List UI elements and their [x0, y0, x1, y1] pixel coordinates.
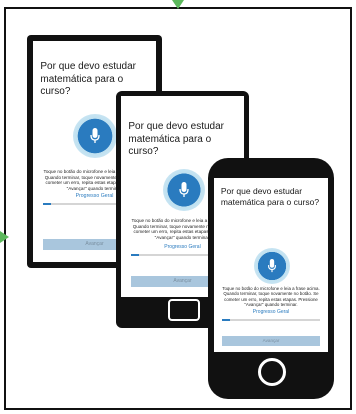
mic-button[interactable]: [73, 114, 117, 158]
phone: Por que devo estudar matemática para o c…: [208, 158, 334, 399]
phone-screen: Por que devo estudar matemática para o c…: [214, 178, 328, 352]
flow-arrow-right: [0, 231, 9, 243]
microphone-icon: [267, 259, 277, 273]
question-text: Por que devo estudar matemática para o c…: [128, 121, 224, 157]
instructions-text: Toque no botão do microfone e leia a fra…: [222, 286, 320, 307]
progress-label: Progresso Geral: [252, 309, 290, 315]
mic-button[interactable]: [163, 169, 205, 211]
next-button[interactable]: Avançar: [222, 336, 320, 346]
home-button[interactable]: [168, 299, 200, 321]
mic-button[interactable]: [254, 248, 290, 284]
progress-track: [222, 319, 320, 321]
progress-fill: [222, 319, 230, 321]
home-button[interactable]: [258, 358, 286, 386]
question-text: Por que devo estudar matemática para o c…: [220, 186, 320, 207]
microphone-icon: [90, 128, 100, 143]
flow-arrow-down: [172, 0, 184, 9]
progress-fill: [131, 254, 140, 256]
microphone-icon: [179, 182, 189, 197]
progress-fill: [43, 203, 52, 205]
